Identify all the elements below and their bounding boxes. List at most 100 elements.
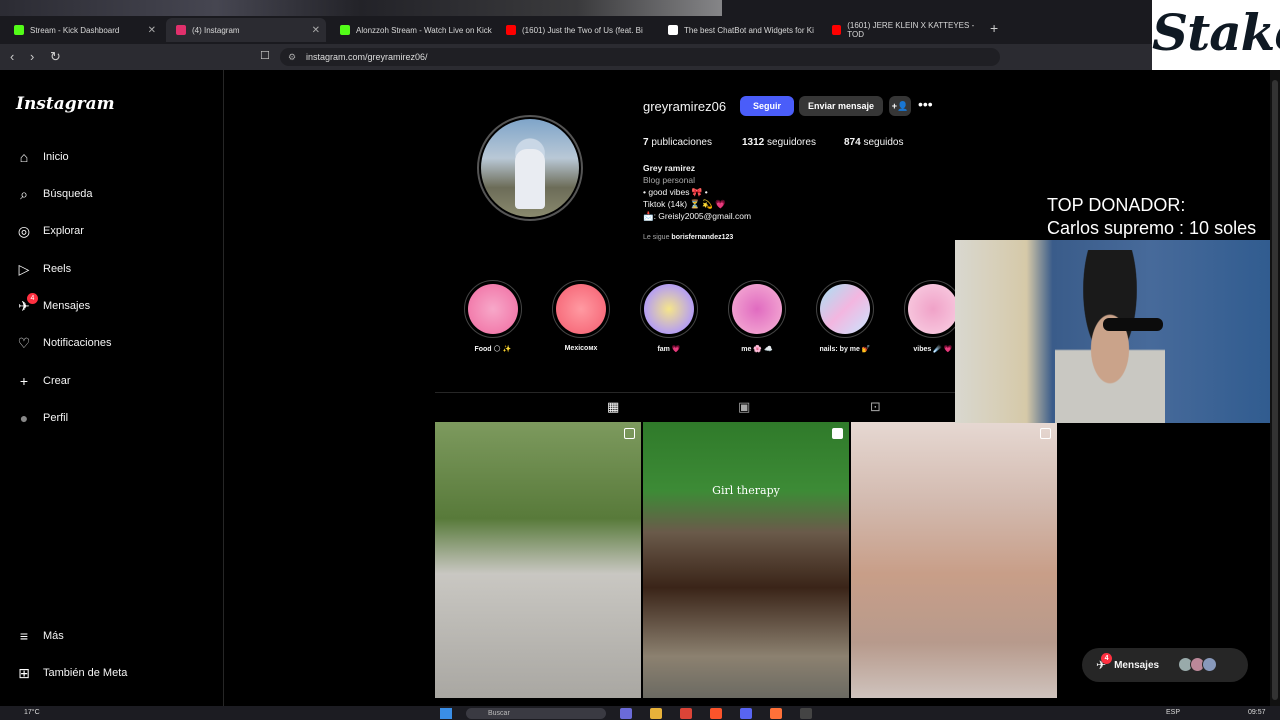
top-donor-overlay: TOP DONADOR: Carlos supremo : 10 soles	[1047, 194, 1256, 240]
chatbot-favicon-icon	[668, 25, 678, 35]
sidebar-item-notificaciones[interactable]: ♡ Notificaciones	[16, 335, 112, 351]
folder-icon[interactable]	[650, 708, 662, 719]
story-highlight[interactable]: nails: by me 💅	[815, 280, 875, 353]
highlight-label: me 🌸 ☁️	[741, 346, 773, 353]
page-scrollbar[interactable]	[1270, 70, 1280, 706]
follow-button[interactable]: Seguir	[740, 96, 794, 116]
suggested-users-button[interactable]: +👤	[889, 96, 911, 116]
stat-label: seguidos	[863, 137, 904, 148]
tab-youtube-1[interactable]: (1601) Just the Two of Us (feat. Bi	[496, 18, 654, 42]
send-message-button[interactable]: Enviar mensaje	[799, 96, 883, 116]
instagram-logo[interactable]: Instagram	[16, 94, 115, 114]
profile-avatar-icon: ●	[19, 410, 29, 426]
sidebar-item-perfil[interactable]: ● Perfil	[16, 410, 68, 426]
search-icon: ⌕	[20, 185, 28, 202]
firefox-icon[interactable]	[770, 708, 782, 719]
scrollbar-thumb[interactable]	[1272, 80, 1278, 700]
sidebar-item-label: Reels	[43, 263, 72, 275]
story-highlight[interactable]: me 🌸 ☁️	[727, 280, 787, 353]
highlight-ring	[640, 280, 698, 338]
avatar	[1202, 657, 1217, 672]
tab-chatbot[interactable]: The best ChatBot and Widgets for Ki	[658, 18, 818, 42]
bio-line: • good vibes 🎀 •	[643, 187, 708, 197]
back-icon[interactable]: ‹	[10, 49, 14, 64]
browser-tab-bar: Stream - Kick Dashboard ✕ (4) Instagram …	[0, 0, 1280, 44]
highlight-label: Food 🌕 ✨	[474, 346, 512, 353]
sidebar-item-label: Más	[43, 630, 64, 642]
carousel-icon	[624, 428, 635, 439]
sidebar-item-mensajes[interactable]: ✈ 4 Mensajes	[16, 293, 90, 314]
brave-icon[interactable]	[710, 708, 722, 719]
app-icon[interactable]	[620, 708, 632, 719]
tagged-tab-icon[interactable]: ⊡	[870, 399, 881, 415]
highlight-cover	[732, 284, 782, 334]
app-icon[interactable]	[800, 708, 812, 719]
tab-label: Alonzzoh Stream - Watch Live on Kick	[356, 25, 492, 35]
followed-by-prefix: Le sigue	[643, 234, 670, 241]
tab-kick-stream[interactable]: Alonzzoh Stream - Watch Live on Kick	[330, 18, 492, 42]
add-user-icon: +👤	[891, 101, 909, 111]
input-language[interactable]: ESP	[1166, 709, 1180, 716]
sidebar-item-reels[interactable]: ▷ Reels	[16, 261, 72, 277]
tab-label: The best ChatBot and Widgets for Ki	[684, 25, 814, 35]
url-field[interactable]: ⚙ instagram.com/greyramirez06/	[280, 48, 1000, 66]
weather-widget[interactable]: 17°C	[24, 709, 40, 716]
story-highlight[interactable]: fam 💗	[639, 280, 699, 353]
grid-post[interactable]: Girl therapy	[643, 422, 849, 698]
messages-widget-label: Mensajes	[1114, 659, 1160, 671]
highlight-cover	[820, 284, 870, 334]
donor-line: Carlos supremo : 10 soles	[1047, 218, 1257, 238]
profile-category: Blog personal	[643, 175, 695, 185]
stake-logo: Stake	[1152, 0, 1280, 70]
sidebar-item-label: Explorar	[43, 225, 84, 237]
tab-instagram[interactable]: (4) Instagram ✕	[166, 18, 326, 42]
following-stat[interactable]: 874 seguidos	[844, 137, 904, 148]
sidebar-item-crear[interactable]: + Crear	[16, 373, 71, 389]
new-tab-button[interactable]: +	[990, 20, 998, 36]
more-options-icon[interactable]: •••	[918, 96, 933, 112]
profile-avatar[interactable]	[481, 119, 579, 217]
sidebar-item-mas[interactable]: ≡ Más	[16, 628, 64, 644]
bookmark-icon[interactable]: ☐	[260, 49, 270, 62]
sidebar-item-tambien-de-meta[interactable]: ⊞ También de Meta	[16, 665, 127, 681]
highlight-label: fam 💗	[657, 346, 681, 353]
reload-icon[interactable]: ↻	[50, 49, 61, 65]
bio-line: 📩: Greisly2005@gmail.com	[643, 211, 752, 221]
chrome-icon[interactable]	[680, 708, 692, 719]
discord-icon[interactable]	[740, 708, 752, 719]
url-text: instagram.com/greyramirez06/	[306, 52, 428, 62]
home-icon: ⌂	[19, 149, 29, 165]
reel-icon	[832, 428, 843, 439]
followed-by[interactable]: Le sigue borisfernandez123	[643, 234, 733, 241]
windows-start-icon[interactable]	[440, 708, 452, 719]
stat-label: seguidores	[767, 137, 816, 148]
sidebar-item-busqueda[interactable]: ⌕ Búsqueda	[16, 185, 92, 202]
story-highlight[interactable]: Food 🌕 ✨	[463, 280, 523, 353]
highlight-label: Mexicoмх	[564, 345, 598, 352]
tab-kick-dashboard[interactable]: Stream - Kick Dashboard ✕	[4, 18, 162, 42]
posts-grid-icon[interactable]: ▦	[607, 399, 619, 415]
grid-post[interactable]	[435, 422, 641, 698]
reels-tab-icon[interactable]: ▣	[738, 399, 750, 415]
stat-number: 7	[643, 137, 649, 148]
sidebar-item-label: Crear	[43, 375, 71, 387]
site-info-icon[interactable]: ⚙	[288, 48, 296, 66]
close-tab-icon[interactable]: ✕	[148, 25, 156, 36]
sidebar-item-inicio[interactable]: ⌂ Inicio	[16, 149, 69, 165]
bio-line: Tiktok (14k) ⏳ 💫 💗	[643, 199, 726, 209]
story-highlight[interactable]: vibes ☄️ 💗	[903, 280, 963, 353]
carousel-icon	[1040, 428, 1051, 439]
messages-widget[interactable]: ✈ 4 Mensajes	[1082, 648, 1248, 682]
taskbar-search[interactable]: Buscar	[466, 708, 606, 719]
highlight-ring	[464, 280, 522, 338]
webcam-overlay	[955, 240, 1280, 423]
tab-youtube-2[interactable]: (1601) JERE KLEIN X KATTEYES - TOD	[822, 18, 982, 42]
story-highlight[interactable]: Mexicoмх	[551, 280, 611, 352]
forward-icon[interactable]: ›	[30, 49, 34, 64]
taskbar-clock[interactable]: 09:57	[1248, 709, 1266, 716]
windows-taskbar: 17°C Buscar ESP 09:57	[0, 706, 1280, 720]
sidebar-item-explorar[interactable]: ◎ Explorar	[16, 223, 84, 239]
close-tab-icon[interactable]: ✕	[312, 25, 320, 36]
followers-stat[interactable]: 1312 seguidores	[742, 137, 816, 148]
grid-post[interactable]	[851, 422, 1057, 698]
